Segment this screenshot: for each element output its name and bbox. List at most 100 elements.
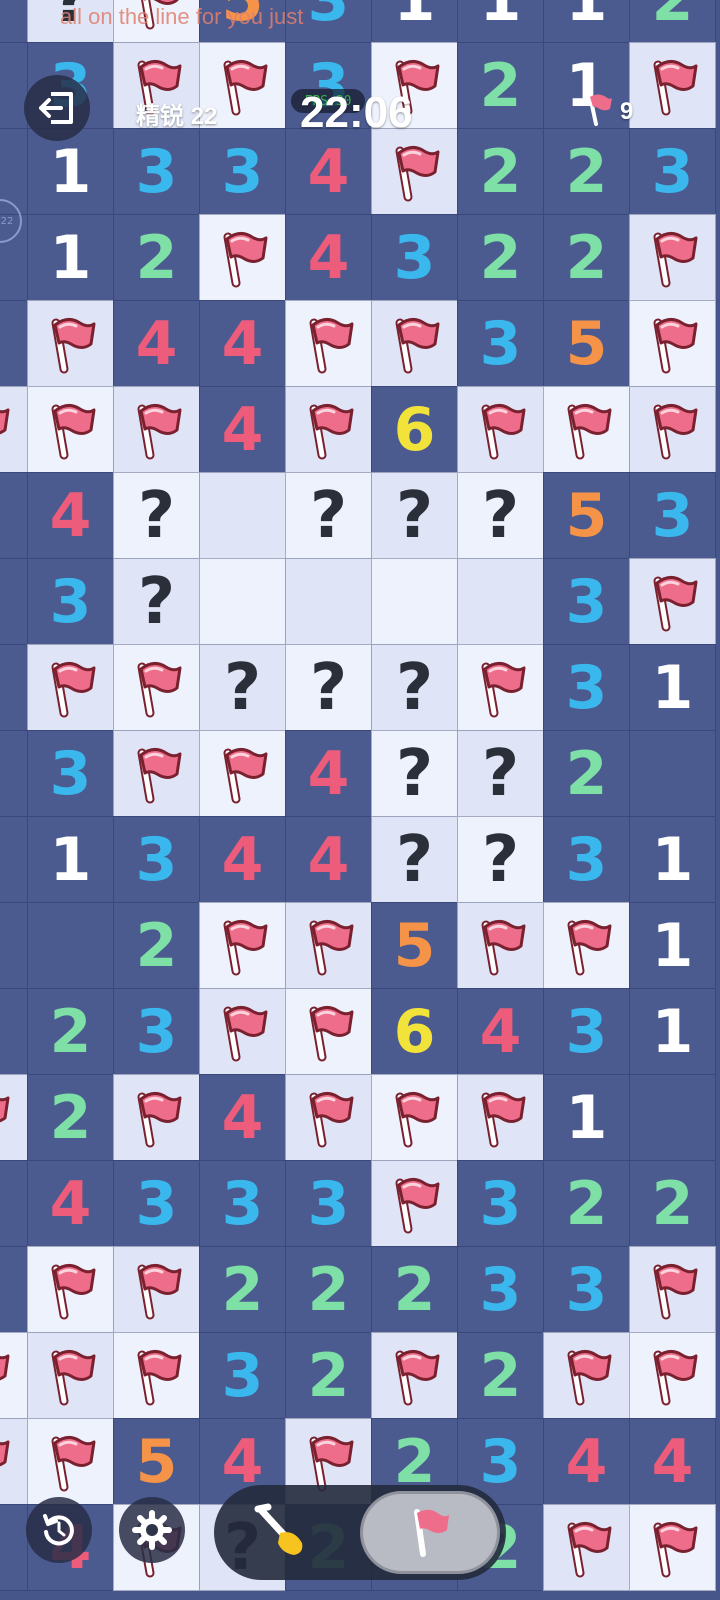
board-cell-question[interactable]: ? <box>371 816 458 903</box>
board-cell-empty[interactable] <box>0 816 28 903</box>
board-cell-number[interactable]: 4 <box>629 1418 716 1505</box>
board-cell-hidden[interactable] <box>457 558 544 645</box>
board-cell-flagged[interactable] <box>543 1332 630 1419</box>
board-cell-flagged[interactable] <box>371 1074 458 1161</box>
board-cell-number[interactable]: 6 <box>371 386 458 473</box>
board-cell-flagged[interactable] <box>629 1504 716 1591</box>
board-cell-flagged[interactable] <box>457 902 544 989</box>
board-cell-empty[interactable] <box>0 1160 28 1247</box>
board-cell-number[interactable]: 3 <box>285 1160 372 1247</box>
board-cell-flagged[interactable] <box>0 1074 28 1161</box>
mode-toggle[interactable] <box>214 1485 506 1580</box>
board-cell-flagged[interactable] <box>285 902 372 989</box>
board-cell-number[interactable]: 4 <box>113 300 200 387</box>
board-cell-number[interactable]: 4 <box>285 214 372 301</box>
board-cell-number[interactable]: 4 <box>543 1418 630 1505</box>
board-cell-flagged[interactable] <box>371 1160 458 1247</box>
board-cell-number[interactable]: 5 <box>371 902 458 989</box>
board-cell-number[interactable]: 3 <box>543 558 630 645</box>
board-cell-flagged[interactable] <box>27 644 114 731</box>
board-cell-empty[interactable] <box>0 0 28 43</box>
board-cell-number[interactable]: 3 <box>543 644 630 731</box>
board-cell-number[interactable]: 3 <box>629 472 716 559</box>
board-cell-flagged[interactable] <box>543 386 630 473</box>
board-cell-flagged[interactable] <box>285 300 372 387</box>
board-cell-number[interactable]: 2 <box>27 1074 114 1161</box>
board-cell-number[interactable]: 5 <box>543 472 630 559</box>
board-cell-flagged[interactable] <box>629 386 716 473</box>
board-cell-number[interactable]: 3 <box>543 988 630 1075</box>
board-cell-number[interactable]: 3 <box>543 816 630 903</box>
board-cell-number[interactable]: 1 <box>371 0 458 43</box>
board-cell-flagged[interactable] <box>27 386 114 473</box>
board-cell-number[interactable]: 3 <box>27 730 114 817</box>
board-cell-flagged[interactable] <box>113 1074 200 1161</box>
board-cell-empty[interactable] <box>629 1074 716 1161</box>
flag-mode-button[interactable] <box>360 1491 500 1574</box>
board-cell-number[interactable]: 2 <box>371 1246 458 1333</box>
board-cell-number[interactable]: 1 <box>543 1074 630 1161</box>
board-cell-flagged[interactable] <box>457 386 544 473</box>
board-cell-number[interactable]: 2 <box>27 988 114 1075</box>
board-cell-flagged[interactable] <box>199 902 286 989</box>
board-cell-flagged[interactable] <box>113 1332 200 1419</box>
board-cell-hidden[interactable] <box>199 472 286 559</box>
board-cell-number[interactable]: 3 <box>457 300 544 387</box>
board-cell-empty[interactable] <box>0 472 28 559</box>
board-cell-empty[interactable] <box>0 730 28 817</box>
board-cell-empty[interactable] <box>0 988 28 1075</box>
board-cell-flagged[interactable] <box>371 1332 458 1419</box>
board-cell-flagged[interactable] <box>629 1246 716 1333</box>
board-cell-question[interactable]: ? <box>371 472 458 559</box>
board-cell-number[interactable]: 1 <box>629 902 716 989</box>
board-cell-flagged[interactable] <box>629 214 716 301</box>
board-cell-question[interactable]: ? <box>113 558 200 645</box>
board-cell-number[interactable]: 2 <box>285 1246 372 1333</box>
board-cell-empty[interactable] <box>0 42 28 129</box>
board-cell-flagged[interactable] <box>371 300 458 387</box>
board-cell-empty[interactable] <box>0 558 28 645</box>
board-cell-empty[interactable] <box>0 644 28 731</box>
board-cell-hidden[interactable] <box>199 558 286 645</box>
board-cell-question[interactable]: ? <box>285 644 372 731</box>
board-cell-number[interactable]: 4 <box>285 730 372 817</box>
board-cell-flagged[interactable] <box>199 214 286 301</box>
board-cell-number[interactable]: 2 <box>457 214 544 301</box>
board-cell-empty[interactable] <box>629 730 716 817</box>
board-cell-number[interactable]: 1 <box>27 214 114 301</box>
board-cell-number[interactable]: 2 <box>543 1160 630 1247</box>
board-cell-number[interactable]: 2 <box>543 128 630 215</box>
board-cell-empty[interactable] <box>0 1504 28 1591</box>
board-cell-number[interactable]: 4 <box>27 1160 114 1247</box>
board-cell-flagged[interactable] <box>543 1504 630 1591</box>
board-cell-number[interactable]: 3 <box>199 128 286 215</box>
board-cell-flagged[interactable] <box>27 300 114 387</box>
board-cell-question[interactable]: ? <box>457 816 544 903</box>
board-cell-number[interactable]: 2 <box>629 0 716 43</box>
board-cell-flagged[interactable] <box>113 386 200 473</box>
board-cell-number[interactable]: 3 <box>199 1160 286 1247</box>
board-cell-number[interactable]: 3 <box>113 816 200 903</box>
dig-mode-button[interactable] <box>254 1503 324 1563</box>
board-cell-number[interactable]: 3 <box>199 1332 286 1419</box>
board-cell-number[interactable]: 2 <box>457 42 544 129</box>
board-cell-flagged[interactable] <box>27 1418 114 1505</box>
board-cell-flagged[interactable] <box>113 1246 200 1333</box>
board-cell-empty[interactable] <box>27 902 114 989</box>
board-cell-number[interactable]: 1 <box>629 816 716 903</box>
board-cell-number[interactable]: 3 <box>113 128 200 215</box>
board-cell-number[interactable]: 1 <box>27 128 114 215</box>
board-cell-flagged[interactable] <box>543 902 630 989</box>
board-cell-hidden[interactable] <box>285 558 372 645</box>
board-cell-number[interactable]: 1 <box>543 0 630 43</box>
board-cell-flagged[interactable] <box>27 1246 114 1333</box>
board-cell-question[interactable]: ? <box>457 730 544 817</box>
board-cell-number[interactable]: 3 <box>629 128 716 215</box>
board-cell-number[interactable]: 4 <box>199 1074 286 1161</box>
board-cell-flagged[interactable] <box>0 386 28 473</box>
board-cell-number[interactable]: 3 <box>457 1246 544 1333</box>
board-cell-flagged[interactable] <box>0 1332 28 1419</box>
board-cell-number[interactable]: 2 <box>285 1332 372 1419</box>
board-cell-flagged[interactable] <box>199 988 286 1075</box>
board-cell-number[interactable]: 4 <box>27 472 114 559</box>
